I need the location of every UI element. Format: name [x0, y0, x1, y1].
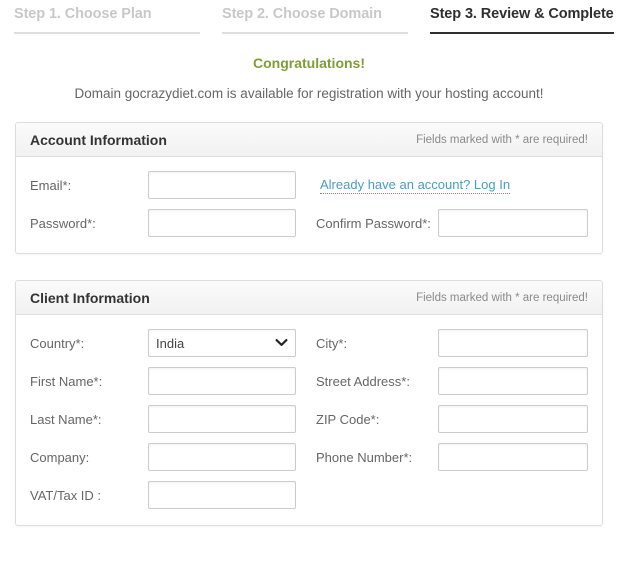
login-link[interactable]: Already have an account? Log In: [320, 177, 511, 194]
confirm-password-input[interactable]: [438, 209, 588, 237]
last-name-input[interactable]: [148, 405, 296, 433]
step-tab-review-complete[interactable]: Step 3. Review & Complete: [430, 6, 614, 34]
city-label: City*:: [316, 335, 348, 351]
login-link-cell: Already have an account? Log In: [320, 177, 588, 194]
first-name-cell: First Name*:: [30, 367, 316, 395]
client-panel-title: Client Information: [30, 289, 150, 306]
account-panel-header: Account Information Fields marked with *…: [16, 123, 602, 157]
client-panel-required-note: Fields marked with * are required!: [416, 291, 588, 304]
email-label: Email*:: [30, 177, 72, 193]
account-panel-required-note: Fields marked with * are required!: [416, 133, 588, 146]
first-name-label: First Name*:: [30, 373, 103, 389]
zip-code-label: ZIP Code*:: [316, 411, 380, 427]
company-input[interactable]: [148, 443, 296, 471]
password-cell: Password*:: [30, 209, 316, 237]
client-panel-header: Client Information Fields marked with * …: [16, 281, 602, 315]
vat-label: VAT/Tax ID :: [30, 487, 102, 503]
street-address-cell: Street Address*:: [316, 367, 588, 395]
vat-cell: VAT/Tax ID :: [30, 481, 320, 509]
company-label: Company:: [30, 449, 90, 465]
vat-row: VAT/Tax ID :: [30, 481, 588, 509]
client-panel-body: Country*: India City*: First Name*: Stre…: [16, 315, 602, 525]
domain-availability-message: Domain gocrazydiet.com is available for …: [74, 86, 544, 101]
zip-code-cell: ZIP Code*:: [316, 405, 588, 433]
street-address-input[interactable]: [438, 367, 588, 395]
city-cell: City*:: [316, 329, 588, 357]
account-panel-title: Account Information: [30, 131, 167, 148]
country-cell: Country*: India: [30, 329, 316, 357]
email-row: Email*: Already have an account? Log In: [30, 171, 588, 199]
email-input[interactable]: [148, 171, 296, 199]
step-tab-choose-plan[interactable]: Step 1. Choose Plan: [14, 6, 200, 34]
phone-number-label: Phone Number*:: [316, 449, 413, 465]
account-panel-body: Email*: Already have an account? Log In …: [16, 157, 602, 253]
confirm-password-cell: Confirm Password*:: [316, 209, 588, 237]
country-city-row: Country*: India City*:: [30, 329, 588, 357]
password-row: Password*: Confirm Password*:: [30, 209, 588, 237]
country-select-wrapper: India: [148, 329, 296, 357]
password-label: Password*:: [30, 215, 96, 231]
step-navigation: Step 1. Choose Plan Step 2. Choose Domai…: [0, 6, 618, 34]
phone-number-input[interactable]: [438, 443, 588, 471]
step-tab-choose-domain-label: Step 2. Choose Domain: [222, 6, 382, 22]
street-address-label: Street Address*:: [316, 373, 410, 389]
step-tab-review-complete-label: Step 3. Review & Complete: [430, 6, 614, 22]
step-tab-choose-plan-label: Step 1. Choose Plan: [14, 6, 152, 22]
first-name-input[interactable]: [148, 367, 296, 395]
last-name-zip-row: Last Name*: ZIP Code*:: [30, 405, 588, 433]
password-input[interactable]: [148, 209, 296, 237]
last-name-label: Last Name*:: [30, 411, 102, 427]
phone-number-cell: Phone Number*:: [316, 443, 588, 471]
client-information-panel: Client Information Fields marked with * …: [15, 280, 603, 526]
city-input[interactable]: [438, 329, 588, 357]
step-tab-choose-domain[interactable]: Step 2. Choose Domain: [222, 6, 408, 34]
email-cell: Email*:: [30, 171, 320, 199]
vat-input[interactable]: [148, 481, 296, 509]
congratulations-heading: Congratulations!: [253, 55, 365, 71]
zip-code-input[interactable]: [438, 405, 588, 433]
last-name-cell: Last Name*:: [30, 405, 316, 433]
confirm-password-label: Confirm Password*:: [316, 215, 431, 231]
company-cell: Company:: [30, 443, 316, 471]
account-information-panel: Account Information Fields marked with *…: [15, 122, 603, 254]
first-name-street-row: First Name*: Street Address*:: [30, 367, 588, 395]
country-select[interactable]: India: [148, 329, 296, 357]
country-label: Country*:: [30, 335, 85, 351]
company-phone-row: Company: Phone Number*:: [30, 443, 588, 471]
